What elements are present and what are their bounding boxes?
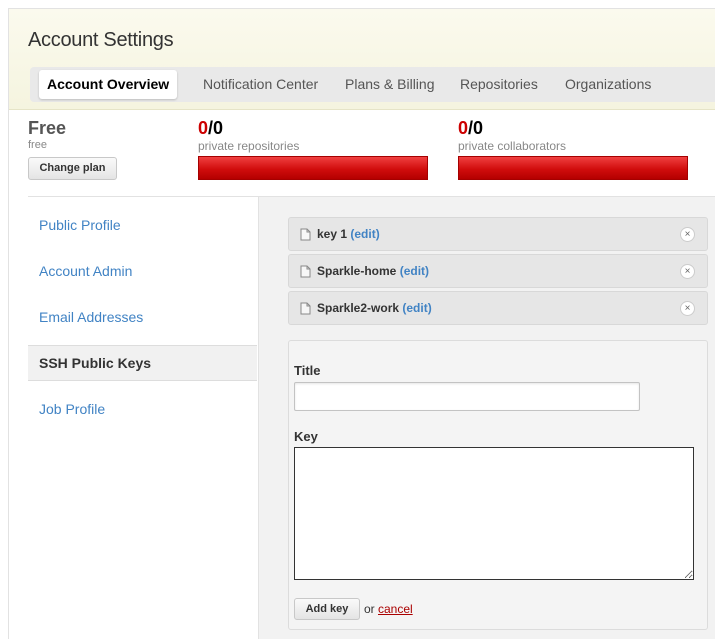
- collaborators-label: private collaborators: [458, 139, 567, 153]
- sidebar-item-email-addresses[interactable]: Email Addresses: [28, 294, 257, 340]
- page-title: Account Settings: [28, 29, 174, 51]
- ssh-key-label: Sparkle2-work (edit): [317, 292, 432, 324]
- plan-summary: Free free: [28, 117, 66, 151]
- ssh-key-label: key 1 (edit): [317, 218, 380, 250]
- repos-total: /0: [208, 118, 224, 138]
- settings-sidebar: Public Profile Account Admin Email Addre…: [28, 202, 257, 432]
- key-file-icon: [300, 302, 311, 315]
- sidebar-item-account-admin[interactable]: Account Admin: [28, 248, 257, 294]
- remove-key-icon[interactable]: ×: [680, 264, 695, 279]
- ssh-key-label: Sparkle-home (edit): [317, 255, 429, 287]
- tab-plans-billing[interactable]: Plans & Billing: [345, 67, 435, 102]
- sidebar-item-public-profile[interactable]: Public Profile: [28, 202, 257, 248]
- tab-account-overview[interactable]: Account Overview: [39, 70, 178, 99]
- ssh-key-title: key 1: [317, 227, 348, 241]
- collaborators-stat: 0/0 private collaborators: [458, 117, 566, 153]
- ssh-key-edit-link[interactable]: (edit): [400, 264, 429, 278]
- add-key-form: Title Key Add key or cancel: [288, 340, 708, 630]
- or-text: or: [364, 602, 375, 616]
- sidebar-item-job-profile[interactable]: Job Profile: [28, 386, 257, 432]
- collaborators-usage-bar: [458, 156, 688, 180]
- ssh-key-edit-link[interactable]: (edit): [350, 227, 379, 241]
- collaborators-total: /0: [468, 118, 484, 138]
- add-key-button[interactable]: Add key: [294, 598, 360, 620]
- sidebar-item-ssh-public-keys[interactable]: SSH Public Keys: [28, 345, 257, 381]
- repos-used: 0: [198, 118, 209, 138]
- remove-key-icon[interactable]: ×: [680, 227, 695, 242]
- cancel-link[interactable]: cancel: [378, 602, 413, 616]
- ssh-key-row: key 1 (edit) ×: [288, 217, 708, 251]
- plan-name: Free: [28, 118, 67, 138]
- tab-notification-center[interactable]: Notification Center: [203, 67, 318, 102]
- ssh-key-title: Sparkle-home: [317, 264, 397, 278]
- change-plan-button[interactable]: Change plan: [28, 157, 117, 180]
- tab-organizations[interactable]: Organizations: [565, 67, 651, 102]
- repos-usage-bar: [198, 156, 428, 180]
- repos-count: 0/0: [198, 117, 299, 139]
- collaborators-used: 0: [458, 118, 469, 138]
- key-file-icon: [300, 265, 311, 278]
- title-label: Title: [294, 363, 321, 378]
- key-label: Key: [294, 429, 318, 444]
- page: Account Settings Account Overview Notifi…: [0, 0, 715, 639]
- ssh-key-edit-link[interactable]: (edit): [402, 301, 431, 315]
- plan-sub: free: [28, 139, 47, 151]
- settings-tabs: Account Overview Notification Center Pla…: [30, 67, 715, 102]
- collaborators-count: 0/0: [458, 117, 566, 139]
- title-input[interactable]: [294, 382, 640, 411]
- ssh-key-row: Sparkle-home (edit) ×: [288, 254, 708, 288]
- key-textarea[interactable]: [294, 447, 694, 580]
- repos-stat: 0/0 private repositories: [198, 117, 299, 153]
- key-file-icon: [300, 228, 311, 241]
- ssh-key-title: Sparkle2-work: [317, 301, 400, 315]
- tab-repositories[interactable]: Repositories: [460, 67, 538, 102]
- remove-key-icon[interactable]: ×: [680, 301, 695, 316]
- repos-label: private repositories: [198, 139, 300, 153]
- ssh-key-row: Sparkle2-work (edit) ×: [288, 291, 708, 325]
